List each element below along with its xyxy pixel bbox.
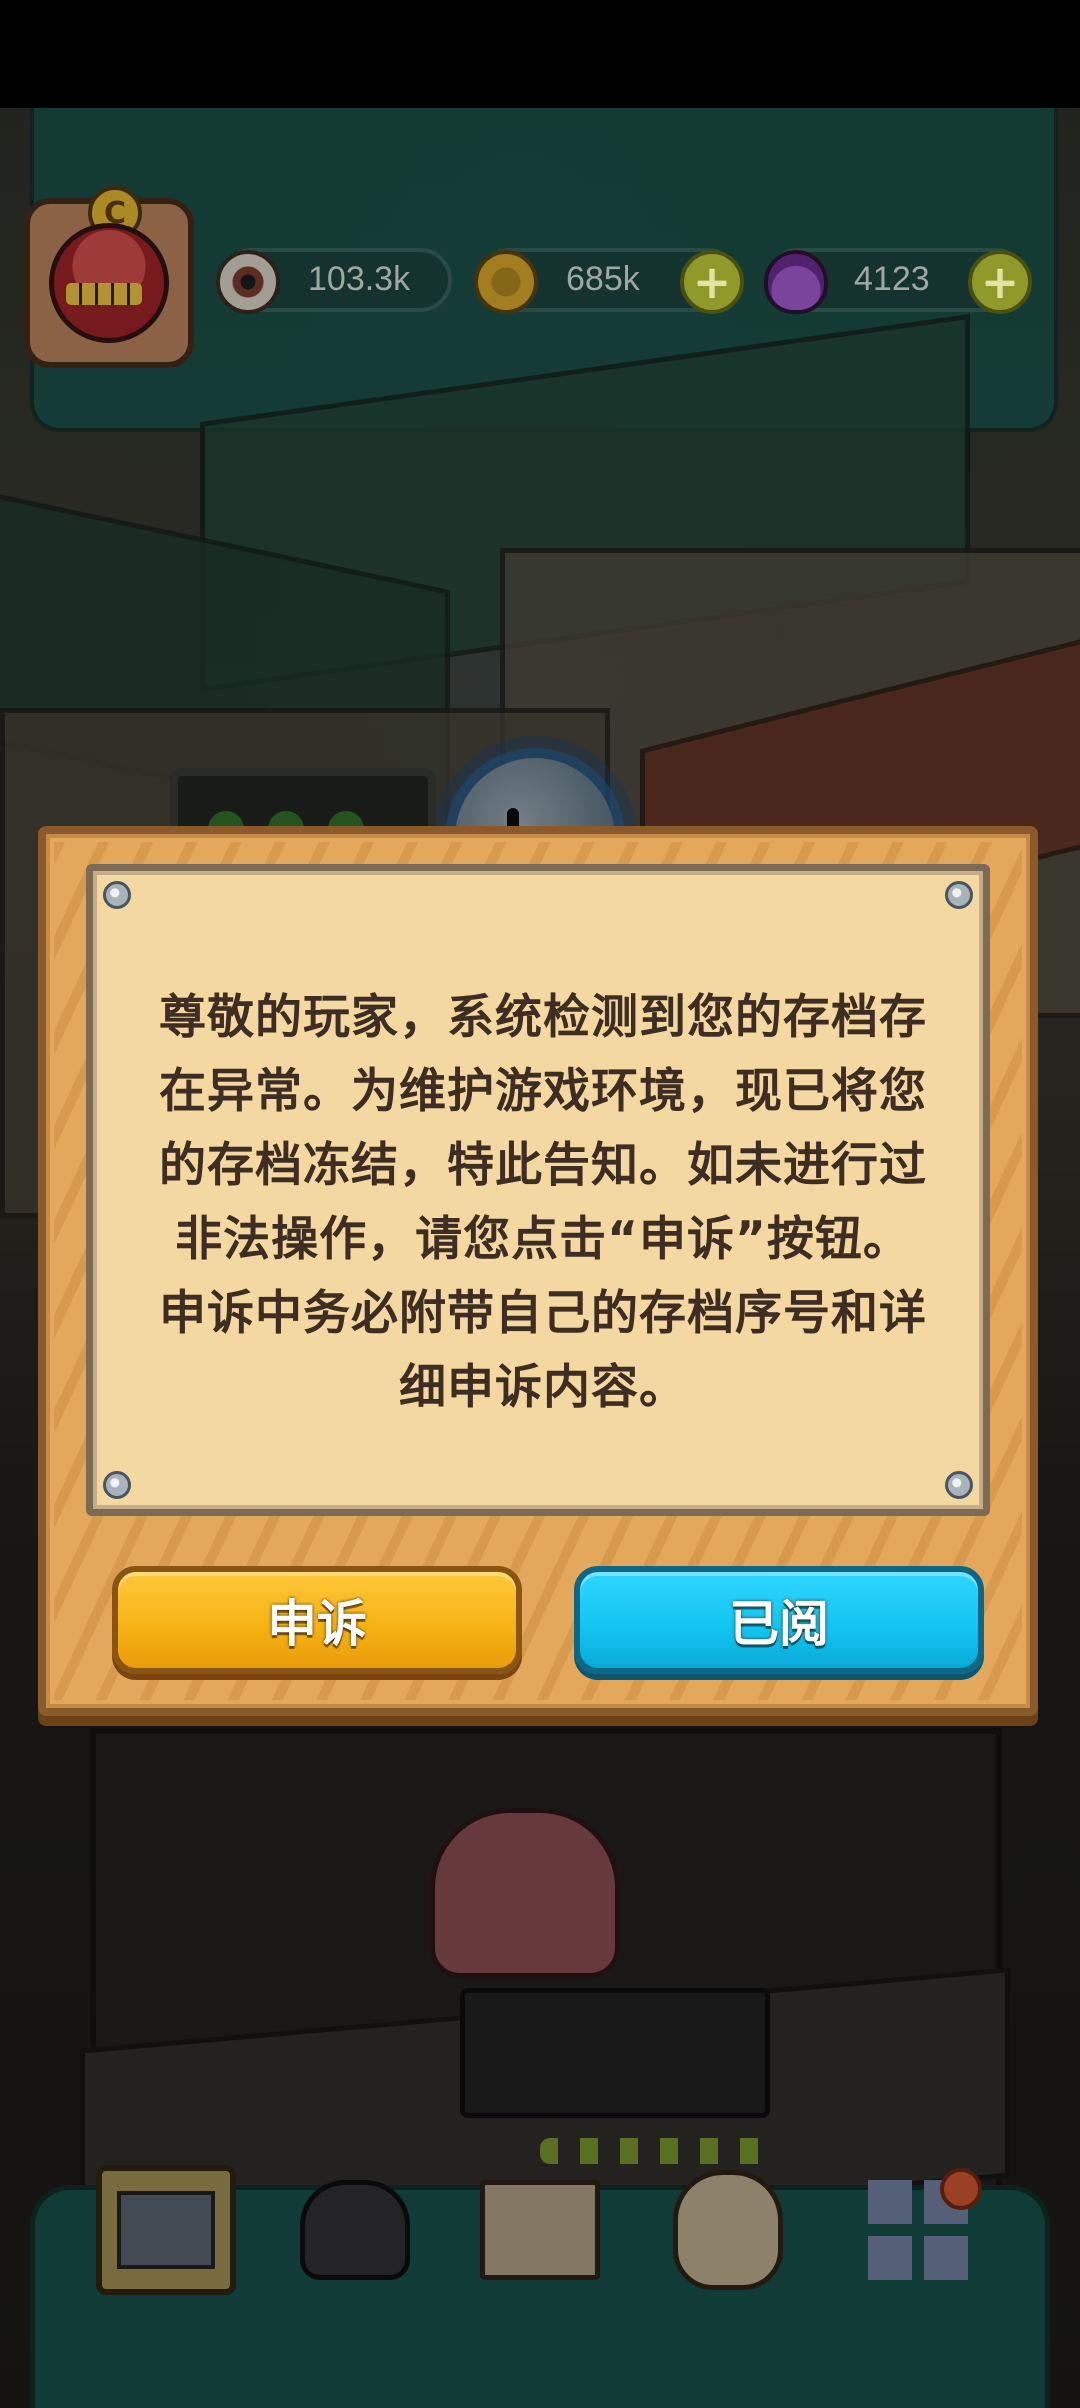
notification-dot bbox=[940, 2168, 982, 2210]
potion-count: 4123 bbox=[854, 260, 930, 298]
appeal-button[interactable]: 申诉 bbox=[112, 1566, 522, 1674]
player-avatar[interactable]: C bbox=[24, 186, 194, 368]
eyeball-icon bbox=[216, 250, 280, 314]
freeze-notice-dialog: 尊敬的玩家，系统检测到您的存档存在异常。为维护游戏环境，现已将您的存档冻结，特此… bbox=[38, 826, 1038, 1716]
dialog-message: 尊敬的玩家，系统检测到您的存档存在异常。为维护游戏环境，现已将您的存档冻结，特此… bbox=[159, 990, 927, 1415]
coin-currency: 685k + bbox=[474, 248, 744, 314]
bag-icon[interactable] bbox=[668, 2165, 788, 2295]
add-coins-button[interactable]: + bbox=[680, 250, 744, 314]
status-bar bbox=[0, 0, 1080, 108]
eyeball-currency: 103.3k bbox=[216, 248, 452, 314]
potion-currency: 4123 + bbox=[764, 248, 1032, 314]
book-icon[interactable] bbox=[480, 2165, 600, 2295]
shop-icon[interactable] bbox=[96, 2165, 236, 2295]
rivet-icon bbox=[103, 881, 131, 909]
eyeball-count: 103.3k bbox=[308, 260, 411, 298]
read-button[interactable]: 已阅 bbox=[574, 1566, 984, 1674]
rivet-icon bbox=[945, 1471, 973, 1499]
rivet-icon bbox=[945, 881, 973, 909]
top-hud: C 103.3k 685k + 4123 + bbox=[0, 108, 1080, 378]
monster-icon[interactable] bbox=[295, 2165, 415, 2295]
rivet-icon bbox=[103, 1471, 131, 1499]
monster-face-icon bbox=[49, 223, 169, 343]
dialog-parchment: 尊敬的玩家，系统检测到您的存档存在异常。为维护游戏环境，现已将您的存档冻结，特此… bbox=[86, 864, 990, 1516]
coin-count: 685k bbox=[566, 260, 640, 298]
potion-icon bbox=[764, 250, 828, 314]
add-potions-button[interactable]: + bbox=[968, 250, 1032, 314]
coin-icon bbox=[474, 250, 538, 314]
